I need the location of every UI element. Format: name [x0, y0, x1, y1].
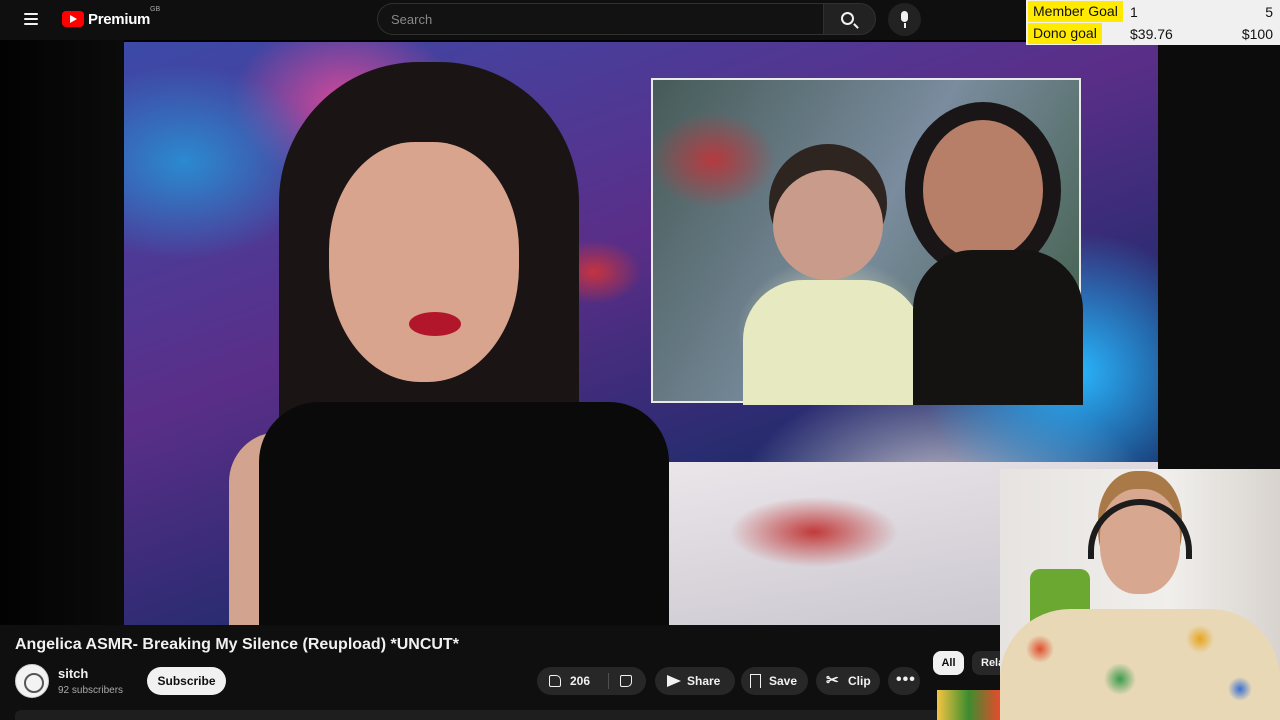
goals-overlay: Member Goal 1 5 Dono goal $39.76 $100: [1026, 0, 1280, 45]
search-bar: [377, 3, 876, 35]
subscribe-button[interactable]: Subscribe: [147, 667, 226, 695]
microphone-stand: [903, 23, 906, 28]
region-code: GB: [150, 6, 161, 13]
voice-search-button[interactable]: [888, 3, 921, 36]
description-box-edge: [15, 710, 1000, 720]
more-icon: •••: [896, 671, 916, 688]
save-label: Save: [769, 674, 798, 688]
like-icon: [549, 675, 561, 687]
dono-goal-row: Dono goal $39.76 $100: [1026, 23, 1280, 45]
clip-button[interactable]: ✂ Clip: [816, 667, 880, 695]
related-video-thumbnail[interactable]: [937, 690, 1000, 720]
headphones: [1088, 499, 1192, 559]
patterned-shirt: [1000, 609, 1280, 720]
search-icon: [841, 12, 854, 25]
video-letterbox-left: [0, 40, 124, 625]
like-count: 206: [570, 674, 591, 688]
member-goal-row: Member Goal 1 5: [1026, 1, 1280, 23]
inset-head: [923, 120, 1043, 260]
subscriber-count: 92 subscribers: [58, 685, 124, 696]
inset-person-right: [913, 90, 1083, 405]
webcam-overlay: [1000, 469, 1280, 720]
channel-name[interactable]: sitch: [58, 666, 88, 681]
inset-hoodie: [743, 280, 923, 405]
black-top: [259, 402, 669, 625]
inset-photo: [651, 78, 1083, 405]
dono-goal-target: $100: [1241, 26, 1273, 42]
video-title: Angelica ASMR- Breaking My Silence (Reup…: [15, 636, 459, 653]
share-label: Share: [687, 674, 721, 688]
dislike-icon: [620, 675, 632, 687]
save-button[interactable]: Save: [741, 667, 808, 695]
menu-icon[interactable]: [18, 8, 46, 32]
video-letterbox-right: [1158, 40, 1280, 510]
chip-all[interactable]: All: [933, 651, 964, 675]
dono-goal-label: Dono goal: [1028, 23, 1102, 44]
member-goal-target: 5: [1265, 4, 1273, 20]
inset-head: [773, 170, 883, 280]
microphone-icon: [901, 11, 908, 22]
channel-avatar[interactable]: [15, 664, 49, 698]
clip-icon: ✂: [826, 672, 839, 689]
search-input[interactable]: [377, 3, 823, 35]
youtube-logo[interactable]: Premium: [62, 7, 150, 31]
like-dislike-group: 206: [537, 667, 646, 695]
face: [329, 142, 519, 382]
inset-jacket: [913, 250, 1083, 405]
share-button[interactable]: Share: [655, 667, 735, 695]
dislike-button[interactable]: [609, 667, 646, 695]
inset-person-left: [743, 150, 923, 405]
member-goal-current: 1: [1130, 4, 1138, 20]
dono-goal-current: $39.76: [1130, 26, 1173, 42]
more-actions-button[interactable]: •••: [888, 667, 920, 695]
share-icon: [667, 675, 681, 687]
search-button[interactable]: [823, 3, 876, 35]
logo-text: Premium: [88, 10, 151, 28]
clip-label: Clip: [848, 674, 871, 688]
youtube-logo-icon: [62, 11, 84, 27]
like-button[interactable]: 206: [537, 667, 608, 695]
streamer-person: [229, 62, 679, 625]
lips: [409, 312, 461, 336]
save-icon: [750, 674, 761, 688]
member-goal-label: Member Goal: [1028, 1, 1123, 22]
